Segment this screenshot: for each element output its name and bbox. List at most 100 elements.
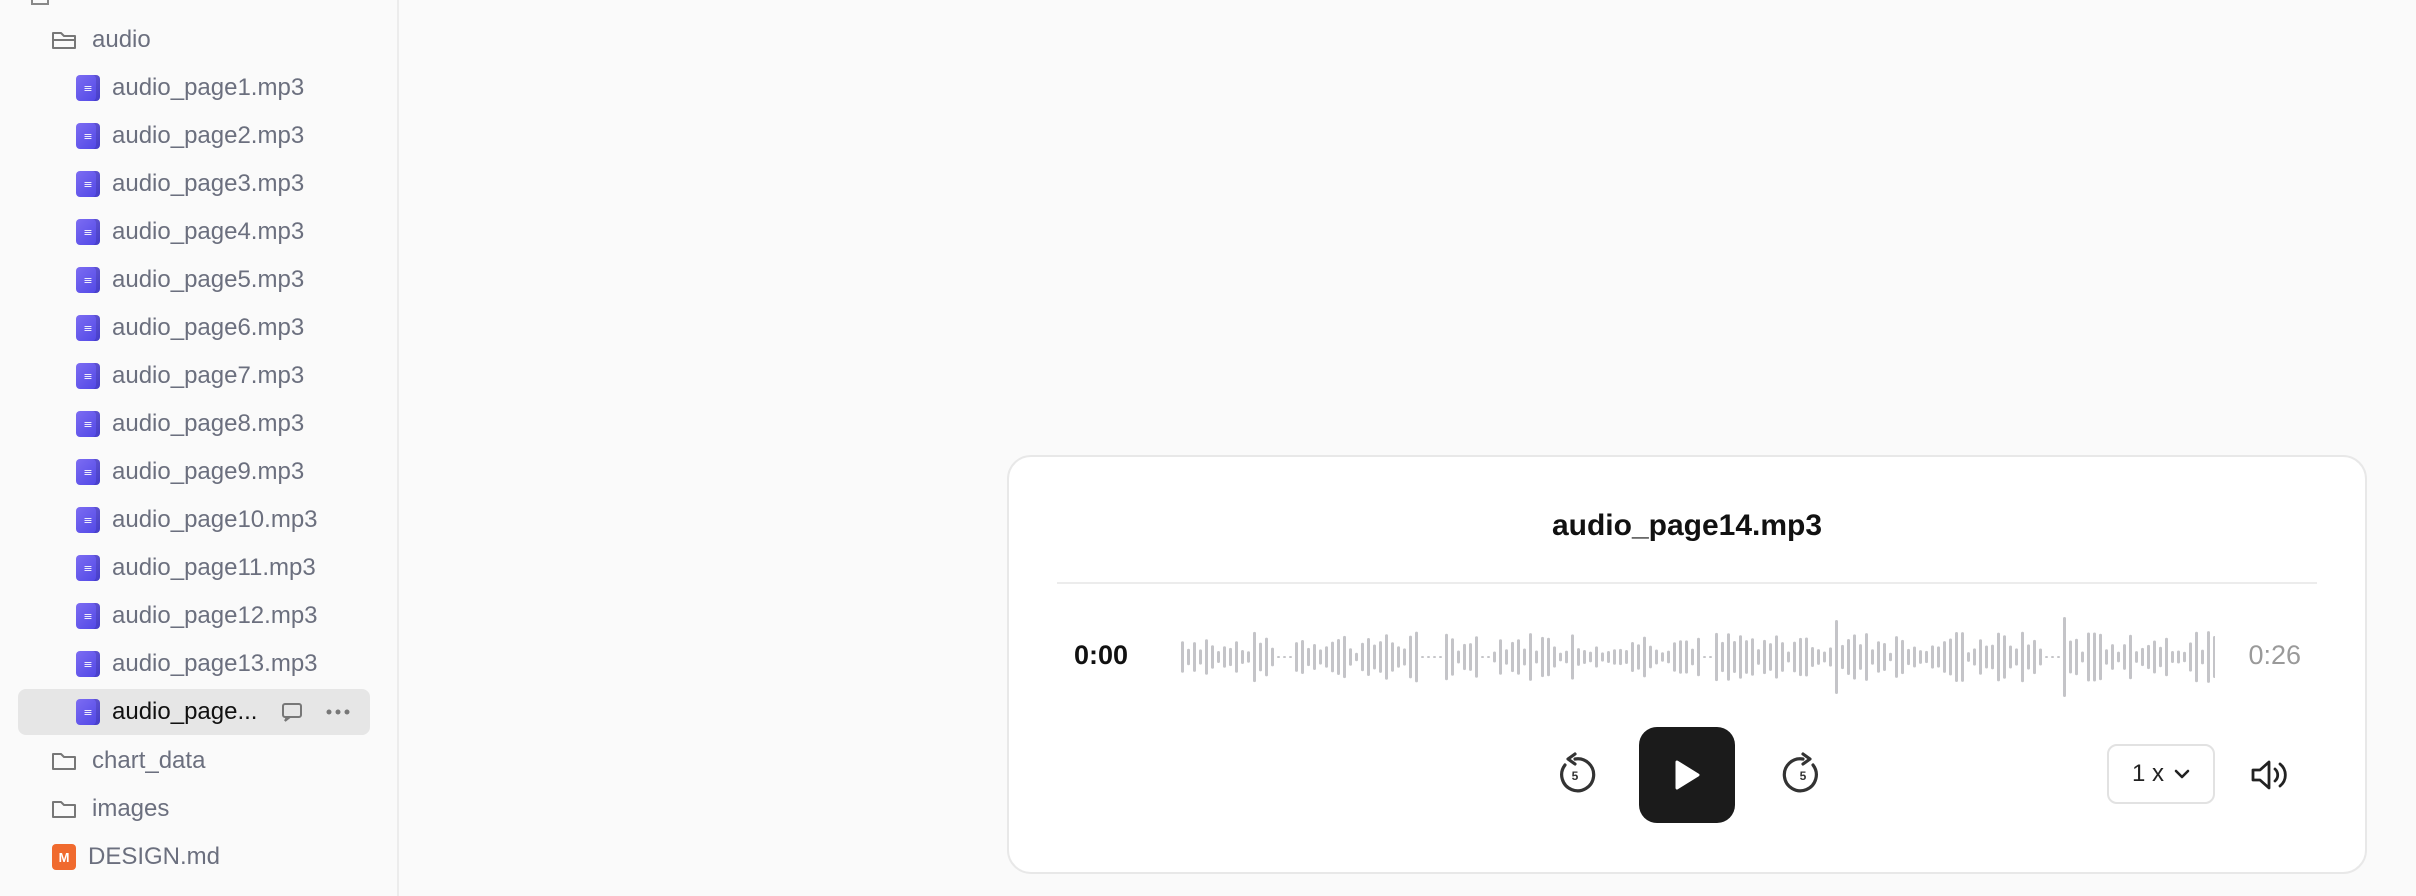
file-row-label: audio_page7.mp3 — [112, 362, 305, 389]
waveform-bar — [1529, 633, 1532, 681]
markdown-icon-letter: M — [58, 849, 70, 865]
waveform-bar — [1295, 642, 1298, 672]
waveform-bar — [1523, 648, 1526, 666]
audio-file-icon: ≡ — [76, 603, 100, 629]
file-row[interactable]: ≡ audio_page1.mp3 — [76, 64, 304, 112]
folder-open-icon — [52, 32, 76, 49]
waveform-seek-bar[interactable] — [1179, 607, 2215, 707]
waveform-bar — [1373, 644, 1376, 670]
audio-file-icon: ≡ — [76, 171, 100, 197]
waveform-bar — [1271, 647, 1274, 667]
file-row-label: audio_page1.mp3 — [112, 74, 305, 101]
waveform-bar — [1385, 634, 1388, 680]
waveform-bar — [1991, 644, 1994, 670]
waveform-bar — [2045, 656, 2048, 658]
waveform-bar — [1703, 656, 1706, 658]
waveform-bar — [1871, 649, 1874, 665]
waveform-bar — [2051, 656, 2054, 658]
forward-5-button[interactable]: 5 — [1775, 747, 1831, 803]
file-row-label: audio_page2.mp3 — [112, 122, 305, 149]
file-row[interactable]: ≡ audio_page8.mp3 — [76, 400, 304, 448]
waveform-bar — [1265, 637, 1268, 677]
waveform-bar — [1799, 637, 1802, 677]
folder-chart-data-label: chart_data — [92, 747, 206, 774]
waveform-bar — [1565, 650, 1568, 664]
file-row[interactable]: ≡ audio_page12.mp3 — [76, 592, 318, 640]
waveform-bar — [1619, 648, 1622, 666]
folder-images[interactable]: images — [50, 785, 169, 833]
waveform-bar — [1751, 638, 1754, 676]
file-row[interactable]: ≡ audio_page11.mp3 — [76, 544, 316, 592]
waveform-bar — [1193, 642, 1196, 672]
waveform-bar — [1325, 646, 1328, 668]
file-row[interactable]: ≡ audio_page4.mp3 — [76, 208, 304, 256]
waveform-bar — [1229, 647, 1232, 667]
file-row[interactable]: ≡ audio_page10.mp3 — [76, 496, 318, 544]
waveform-bar — [1961, 632, 1964, 682]
folder-chart-data[interactable]: chart_data — [50, 737, 205, 785]
waveform-bar — [1427, 656, 1430, 658]
waveform-bar — [1895, 636, 1898, 678]
waveform-bar — [1667, 650, 1670, 664]
waveform-bar — [1343, 635, 1346, 679]
volume-icon — [2251, 760, 2287, 790]
waveform-bar — [1547, 637, 1550, 677]
waveform-bar — [2063, 617, 2066, 697]
waveform-bar — [2153, 640, 2156, 674]
waveform-bar — [1469, 643, 1472, 671]
file-design-md-label: DESIGN.md — [88, 843, 221, 870]
waveform-bar — [1901, 639, 1904, 675]
more-options-icon[interactable] — [324, 698, 352, 726]
file-row-label: audio_page13.mp3 — [112, 650, 318, 677]
waveform-bar — [1583, 649, 1586, 665]
forward-5-icon: 5 — [1782, 752, 1818, 793]
audio-player-card: audio_page14.mp3 0:00 0:26 5 5 1 x — [1007, 455, 2367, 874]
rewind-5-button[interactable]: 5 — [1547, 747, 1603, 803]
waveform-bar — [1241, 649, 1244, 665]
waveform-bar — [2081, 651, 2084, 663]
play-icon — [1675, 760, 1700, 790]
waveform-bar — [1499, 639, 1502, 675]
file-row-label: audio_page9.mp3 — [112, 458, 305, 485]
waveform-bar — [1433, 656, 1436, 658]
file-row[interactable]: ≡ audio_page7.mp3 — [76, 352, 304, 400]
speed-value: 1 x — [2131, 760, 2164, 787]
waveform-bar — [1403, 648, 1406, 666]
folder-audio[interactable]: audio — [50, 16, 151, 64]
file-row[interactable]: ≡ audio_page13.mp3 — [76, 640, 318, 688]
partial-file-row[interactable] — [52, 880, 76, 896]
waveform-bar — [1319, 649, 1322, 665]
waveform-bar — [2123, 644, 2126, 670]
volume-button[interactable] — [2245, 749, 2297, 801]
waveform-bar — [1505, 649, 1508, 665]
waveform-bar — [1931, 645, 1934, 669]
file-row-label: audio_page3.mp3 — [112, 170, 305, 197]
waveform-bar — [2141, 647, 2144, 667]
audio-file-icon: ≡ — [76, 267, 100, 293]
divider — [1057, 582, 2317, 584]
waveform-bar — [2033, 639, 2036, 675]
file-design-md[interactable]: M DESIGN.md — [52, 833, 220, 881]
comment-icon[interactable] — [278, 698, 306, 726]
file-row[interactable]: ≡ audio_page5.mp3 — [76, 256, 304, 304]
selected-file-row[interactable]: ≡ audio_page... — [18, 689, 370, 735]
waveform-bar — [2201, 649, 2204, 665]
playback-speed-select[interactable]: 1 x — [2107, 744, 2215, 804]
waveform-bar — [1685, 640, 1688, 674]
play-button[interactable] — [1639, 727, 1735, 823]
parent-folder-row[interactable] — [30, 0, 50, 22]
waveform-bar — [1439, 656, 1442, 658]
waveform-bar — [1973, 648, 1976, 666]
file-row[interactable]: ≡ audio_page3.mp3 — [76, 160, 304, 208]
waveform-bar — [1409, 635, 1412, 679]
waveform-bar — [2177, 650, 2180, 664]
file-row[interactable]: ≡ audio_page9.mp3 — [76, 448, 304, 496]
waveform-bar — [2135, 651, 2138, 663]
file-row[interactable]: ≡ audio_page6.mp3 — [76, 304, 304, 352]
waveform-bar — [1889, 652, 1892, 662]
waveform-bar — [1985, 645, 1988, 669]
waveform-bar — [1205, 639, 1208, 675]
waveform-bar — [2111, 644, 2114, 670]
file-row[interactable]: ≡ audio_page2.mp3 — [76, 112, 304, 160]
waveform-bar — [1463, 643, 1466, 671]
